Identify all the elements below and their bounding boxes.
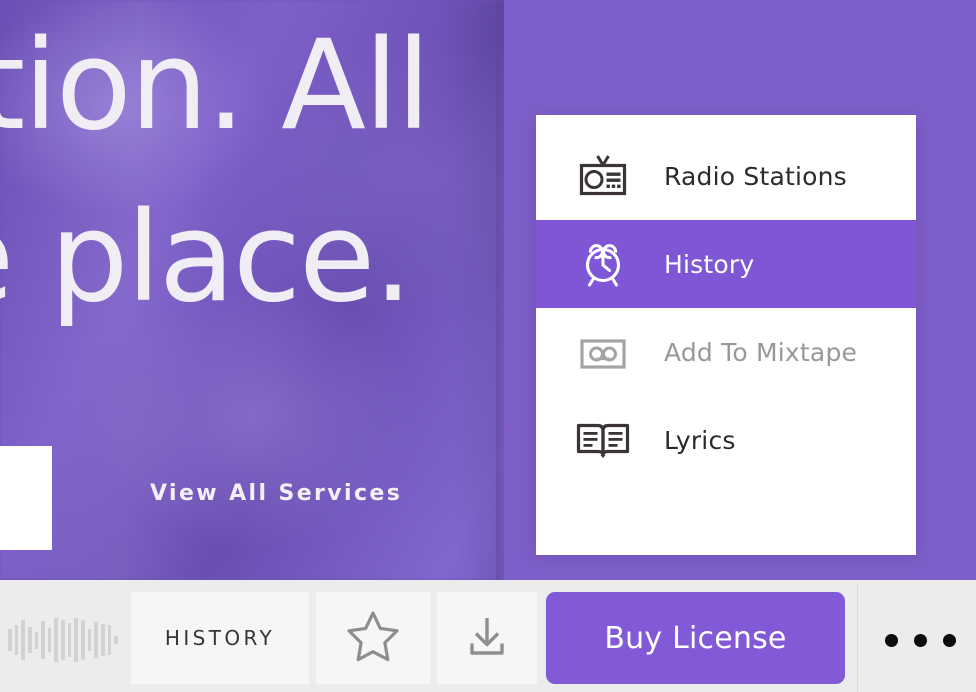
menu-item-lyrics[interactable]: Lyrics xyxy=(536,396,916,484)
ellipsis-icon xyxy=(884,633,956,647)
toolbar-divider xyxy=(857,584,858,692)
audio-waveform[interactable] xyxy=(8,609,118,671)
menu-item-radio-stations[interactable]: Radio Stations xyxy=(536,132,916,220)
view-all-services-link[interactable]: View All Services xyxy=(150,481,402,506)
waveform-bar xyxy=(61,620,65,660)
waveform-bar xyxy=(74,618,79,662)
download-icon xyxy=(461,610,513,667)
hero-headline-line-2: e place. xyxy=(0,186,413,330)
hero-headline-line-1: uction. All xyxy=(0,14,431,158)
buy-license-button[interactable]: Buy License xyxy=(546,592,845,684)
menu-item-history[interactable]: History xyxy=(536,220,916,308)
waveform-bar xyxy=(67,623,72,657)
waveform-bar xyxy=(100,624,105,656)
waveform-bar xyxy=(27,627,32,653)
waveform-bar xyxy=(94,622,98,658)
waveform-bar xyxy=(107,625,112,655)
hero-panel-edge xyxy=(496,0,506,580)
waveform-bar xyxy=(81,620,85,660)
menu-item-add-to-mixtape[interactable]: Add To Mixtape xyxy=(536,308,916,396)
more-options-button[interactable] xyxy=(880,614,960,666)
history-button-label: HISTORY xyxy=(164,626,276,650)
download-button[interactable] xyxy=(437,592,537,684)
waveform-bar xyxy=(87,629,92,651)
waveform-bar xyxy=(47,628,52,652)
hero-white-card xyxy=(0,446,52,550)
waveform-bar xyxy=(34,631,39,649)
waveform-bar xyxy=(54,618,59,662)
menu-item-label: Add To Mixtape xyxy=(664,337,858,367)
menu-item-label: History xyxy=(664,249,755,279)
waveform-bar xyxy=(114,636,118,644)
context-menu-panel: Radio Stations History Add To Mixtape Ly… xyxy=(536,115,916,555)
waveform-bar xyxy=(21,620,25,660)
star-icon xyxy=(344,607,402,670)
cassette-icon xyxy=(564,324,642,380)
favorite-button[interactable] xyxy=(316,592,430,684)
waveform-bar xyxy=(14,625,19,655)
waveform-bar xyxy=(41,621,45,659)
alarm-clock-icon xyxy=(564,236,642,292)
menu-item-label: Lyrics xyxy=(664,425,736,455)
menu-item-label: Radio Stations xyxy=(664,161,847,191)
open-book-icon xyxy=(564,412,642,468)
app-root: uction. All e place. View All Services xyxy=(0,0,976,692)
history-button[interactable]: HISTORY xyxy=(131,592,309,684)
waveform-bar xyxy=(8,629,12,651)
radio-icon xyxy=(564,148,642,204)
